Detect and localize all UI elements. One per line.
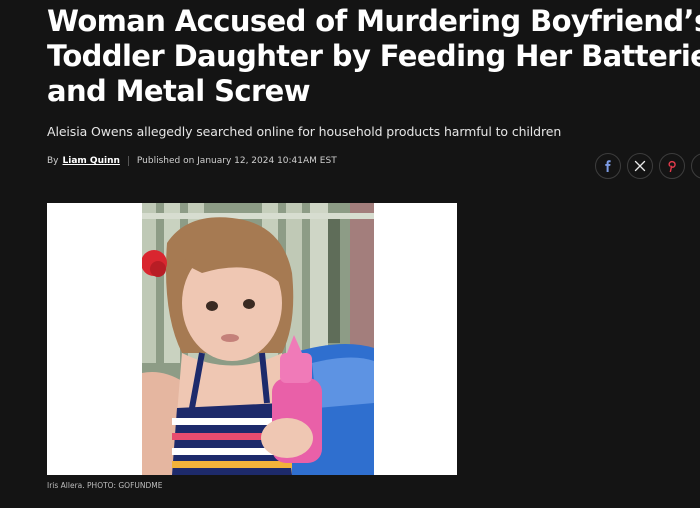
headline-line: Toddler Daughter by Feeding Her Batterie…: [47, 39, 700, 73]
x-twitter-icon: [634, 160, 646, 172]
facebook-icon: [605, 160, 611, 172]
pinterest-share-button[interactable]: [659, 153, 685, 179]
byline: By Liam Quinn Published on January 12, 2…: [47, 156, 337, 166]
share-bar: [595, 153, 700, 179]
toddler-photo: [142, 203, 374, 475]
author-link[interactable]: Liam Quinn: [63, 156, 120, 166]
photo-frame: [47, 203, 457, 475]
byline-divider: [127, 156, 129, 166]
x-share-button[interactable]: [627, 153, 653, 179]
article: Woman Accused of Murdering Boyfriend’s T…: [0, 0, 700, 508]
facebook-share-button[interactable]: [595, 153, 621, 179]
headline: Woman Accused of Murdering Boyfriend’s T…: [47, 4, 700, 109]
more-share-button[interactable]: [691, 153, 700, 179]
article-subtitle: Aleisia Owens allegedly searched online …: [47, 124, 562, 139]
pinterest-icon: [668, 160, 676, 172]
headline-line: and Metal Screw: [47, 74, 311, 108]
publish-date: Published on January 12, 2024 10:41AM ES…: [136, 156, 337, 166]
photo-caption: Iris Allera. PHOTO: GOFUNDME: [47, 481, 163, 490]
byline-prefix: By: [47, 156, 59, 166]
headline-line: Woman Accused of Murdering Boyfriend’s: [47, 4, 700, 38]
